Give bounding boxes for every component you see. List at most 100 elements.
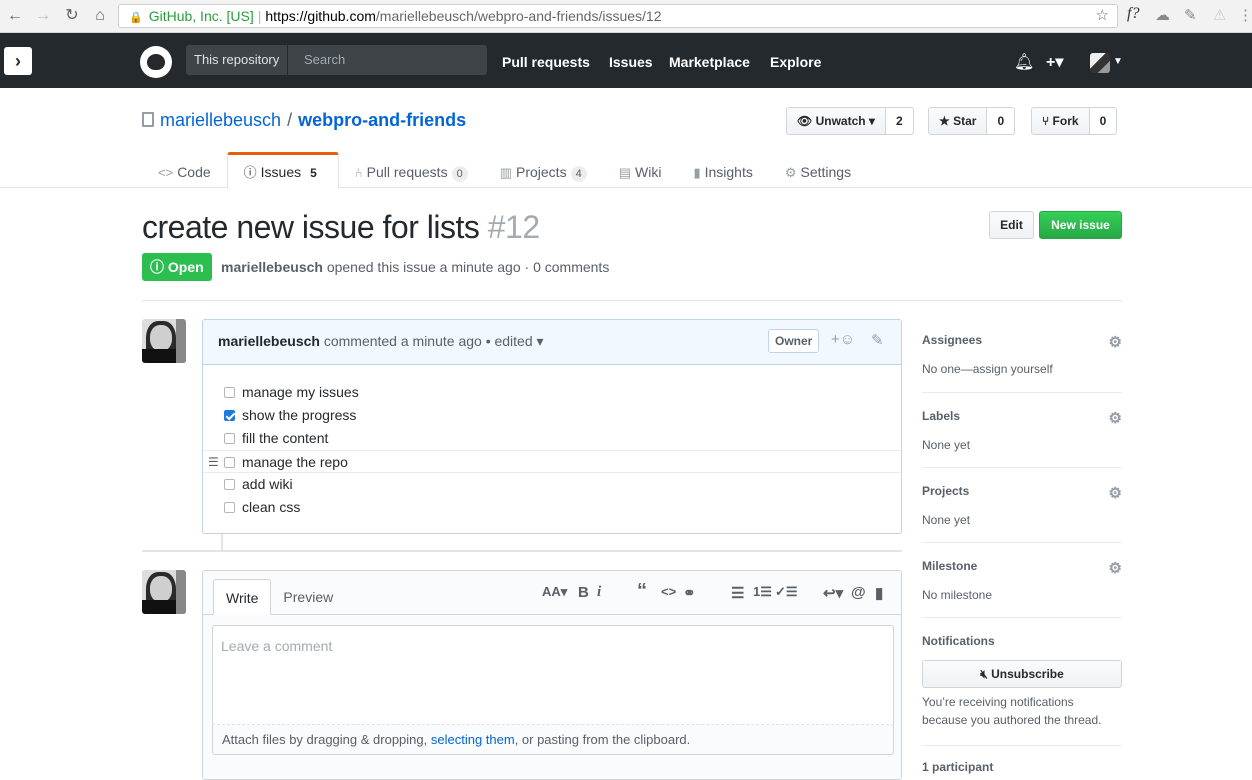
- task-item[interactable]: ☰ manage the repo: [203, 450, 901, 473]
- gear-icon[interactable]: ⚙: [1109, 559, 1122, 577]
- tab-settings[interactable]: ⚙ Settings: [769, 152, 867, 189]
- sidebar-labels: Labels ⚙ None yet: [922, 409, 1122, 452]
- task-item: manage my issues: [203, 381, 901, 404]
- tab-code[interactable]: <> Code: [142, 152, 227, 189]
- task-checkbox[interactable]: [224, 457, 235, 468]
- comment-textarea[interactable]: Leave a comment: [212, 625, 894, 725]
- github-logo-icon[interactable]: [140, 46, 172, 78]
- tab-insights[interactable]: ▮ Insights: [677, 152, 768, 189]
- assign-yourself-link[interactable]: No one—assign yourself: [922, 362, 1122, 376]
- numbered-list-icon[interactable]: 1☰: [753, 584, 772, 600]
- gear-icon[interactable]: ⚙: [1109, 409, 1122, 427]
- quote-icon[interactable]: “: [637, 580, 647, 603]
- bookmark-star-icon[interactable]: ☆: [1096, 5, 1109, 27]
- task-checkbox[interactable]: [224, 502, 235, 513]
- add-reaction-icon[interactable]: +☺: [831, 331, 855, 348]
- bulleted-list-icon[interactable]: ☰: [731, 584, 744, 602]
- nav-issues[interactable]: Issues: [609, 54, 653, 70]
- fork-icon: ⑂: [1042, 114, 1053, 128]
- bold-icon[interactable]: B: [578, 584, 589, 601]
- participants-title: 1 participant: [922, 760, 994, 774]
- pull-request-icon: ⑃: [354, 165, 363, 180]
- milestone-title: Milestone: [922, 559, 978, 573]
- avatar[interactable]: [142, 570, 186, 614]
- code-icon: <>: [158, 165, 174, 180]
- pencil-icon[interactable]: ✎: [871, 331, 884, 349]
- project-icon: ▥: [499, 165, 512, 180]
- sidebar-projects: Projects ⚙ None yet: [922, 484, 1122, 527]
- extension-icon[interactable]: ⚠: [1213, 6, 1226, 24]
- projects-title: Projects: [922, 484, 970, 498]
- italic-icon[interactable]: i: [597, 584, 601, 601]
- eyedropper-extension-icon[interactable]: ✎: [1184, 6, 1197, 24]
- comment-author-link[interactable]: mariellebeusch: [218, 333, 320, 349]
- link-icon[interactable]: ⚭: [683, 584, 696, 602]
- task-list-icon[interactable]: ✓☰: [775, 584, 798, 600]
- home-icon[interactable]: ⌂: [90, 6, 110, 26]
- extension-formula[interactable]: f?: [1127, 5, 1139, 23]
- search-input[interactable]: Search: [304, 45, 345, 75]
- task-checkbox[interactable]: [224, 410, 235, 421]
- lock-icon: 🔒: [129, 12, 143, 24]
- task-checkbox[interactable]: [224, 433, 235, 444]
- avatar[interactable]: [142, 319, 186, 363]
- selecting-them-link[interactable]: selecting them: [431, 732, 515, 747]
- repo-tabs: <> Code ⓘ Issues 5 ⑃ Pull requests 0 ▥ Project…: [142, 152, 867, 189]
- sidebar-toggle-chevron-icon[interactable]: ›: [4, 47, 32, 75]
- fork-count[interactable]: 0: [1089, 108, 1117, 134]
- mute-icon: 🔇︎: [980, 667, 992, 681]
- watch-label: Unwatch: [815, 114, 866, 128]
- star-count[interactable]: 0: [987, 108, 1015, 134]
- watch-button[interactable]: 👁︎ Unwatch ▾ 2: [786, 107, 914, 135]
- search-box[interactable]: This repository Search: [186, 45, 487, 75]
- chevron-down-icon[interactable]: ▼: [1113, 56, 1123, 67]
- sidebar-milestone: Milestone ⚙ No milestone: [922, 559, 1122, 602]
- unsubscribe-button[interactable]: 🔇︎ Unsubscribe: [922, 660, 1122, 688]
- assignees-title: Assignees: [922, 333, 983, 347]
- bookmark-icon[interactable]: ▮: [875, 584, 883, 602]
- task-item: clean css: [203, 496, 901, 519]
- nav-marketplace[interactable]: Marketplace: [669, 54, 750, 70]
- code-icon[interactable]: <>: [661, 584, 676, 599]
- forward-icon[interactable]: →: [33, 6, 53, 26]
- repo-owner-link[interactable]: mariellebeusch: [160, 110, 281, 130]
- gear-icon[interactable]: ⚙: [1109, 484, 1122, 502]
- repo-name-link[interactable]: webpro-and-friends: [298, 110, 466, 130]
- edit-button[interactable]: Edit: [989, 211, 1034, 239]
- tab-pull-requests[interactable]: ⑃ Pull requests 0: [339, 152, 484, 189]
- eye-icon: 👁︎: [797, 114, 816, 128]
- reply-icon[interactable]: ↩▾: [823, 584, 843, 602]
- issue-author-link[interactable]: mariellebeusch: [221, 259, 323, 275]
- mention-icon[interactable]: @: [851, 584, 866, 601]
- attach-files-bar[interactable]: Attach files by dragging & dropping, sel…: [212, 725, 894, 755]
- tab-write[interactable]: Write: [213, 579, 272, 615]
- tab-preview[interactable]: Preview: [271, 579, 345, 615]
- plus-dropdown-icon[interactable]: +▾: [1046, 52, 1063, 72]
- task-checkbox[interactable]: [224, 387, 235, 398]
- nav-explore[interactable]: Explore: [770, 54, 821, 70]
- star-button[interactable]: ★ Star 0: [928, 107, 1016, 135]
- tab-issues[interactable]: ⓘ Issues 5: [226, 152, 339, 189]
- user-avatar[interactable]: [1090, 53, 1110, 73]
- task-checkbox[interactable]: [224, 479, 235, 490]
- edited-chevron-down-icon[interactable]: ▾: [537, 333, 544, 349]
- back-icon[interactable]: ←: [5, 6, 25, 26]
- menu-icon[interactable]: ⋮: [1238, 6, 1252, 24]
- bell-icon[interactable]: 🔔︎: [1014, 52, 1034, 72]
- fork-button[interactable]: ⑂ Fork 0: [1031, 107, 1118, 135]
- gear-icon[interactable]: ⚙: [1109, 333, 1122, 351]
- watch-count[interactable]: 2: [885, 108, 913, 134]
- cloud-extension-icon[interactable]: ☁: [1155, 6, 1170, 24]
- address-bar[interactable]: 🔒 GitHub, Inc. [US] | https://github.com/ma…: [118, 4, 1118, 28]
- nav-pull-requests[interactable]: Pull requests: [502, 54, 590, 70]
- tab-projects[interactable]: ▥ Projects 4: [484, 152, 603, 189]
- new-issue-button[interactable]: New issue: [1039, 211, 1122, 239]
- divider: [142, 550, 902, 552]
- text-size-icon[interactable]: AA▾: [542, 584, 567, 600]
- drag-handle-icon[interactable]: ☰: [208, 451, 219, 474]
- reload-icon[interactable]: ↻: [62, 6, 82, 26]
- issue-number: #12: [487, 209, 540, 245]
- repo-icon: [142, 112, 154, 127]
- tab-wiki[interactable]: ▤ Wiki: [603, 152, 678, 189]
- issue-opened-text: opened this issue a minute ago · 0 comme…: [326, 259, 610, 275]
